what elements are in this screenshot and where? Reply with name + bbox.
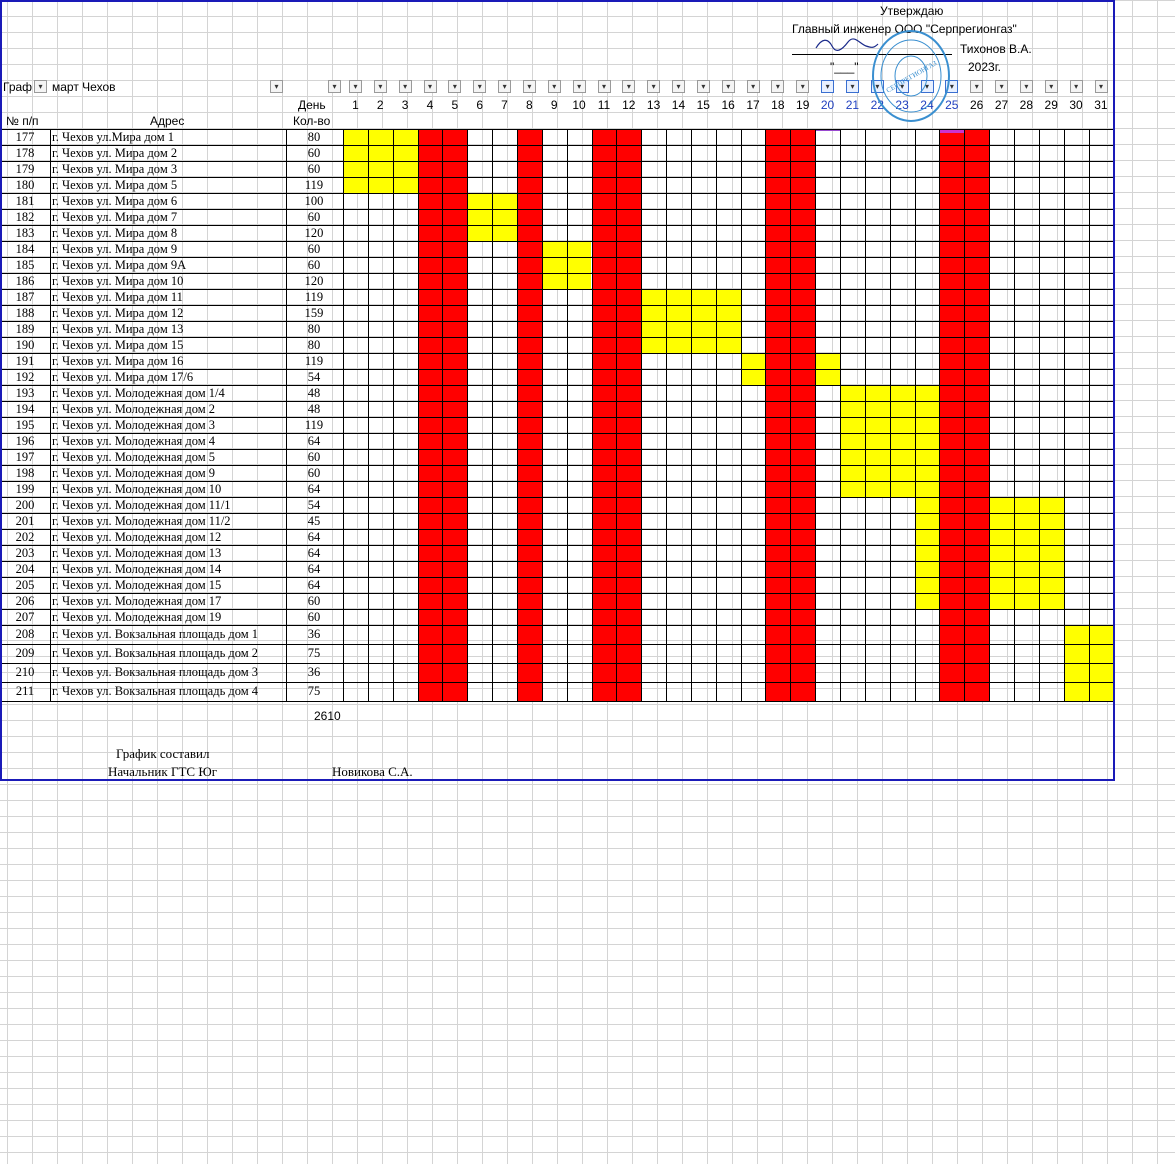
footer-composed: График составил: [116, 746, 210, 761]
company-stamp: СЕРПРЕГИОНГАЗ: [872, 30, 950, 122]
footer-name: Новикова С.А.: [332, 764, 413, 779]
total-qty: 2610: [314, 709, 341, 723]
table-gridlines: [1, 129, 1114, 702]
stamp-text: СЕРПРЕГИОНГАЗ: [885, 59, 939, 95]
footer-role: Начальник ГТС Юг: [108, 764, 218, 779]
spreadsheet-canvas[interactable]: Утверждаю Главный инженер ООО "Серпрегио…: [0, 0, 1175, 1164]
